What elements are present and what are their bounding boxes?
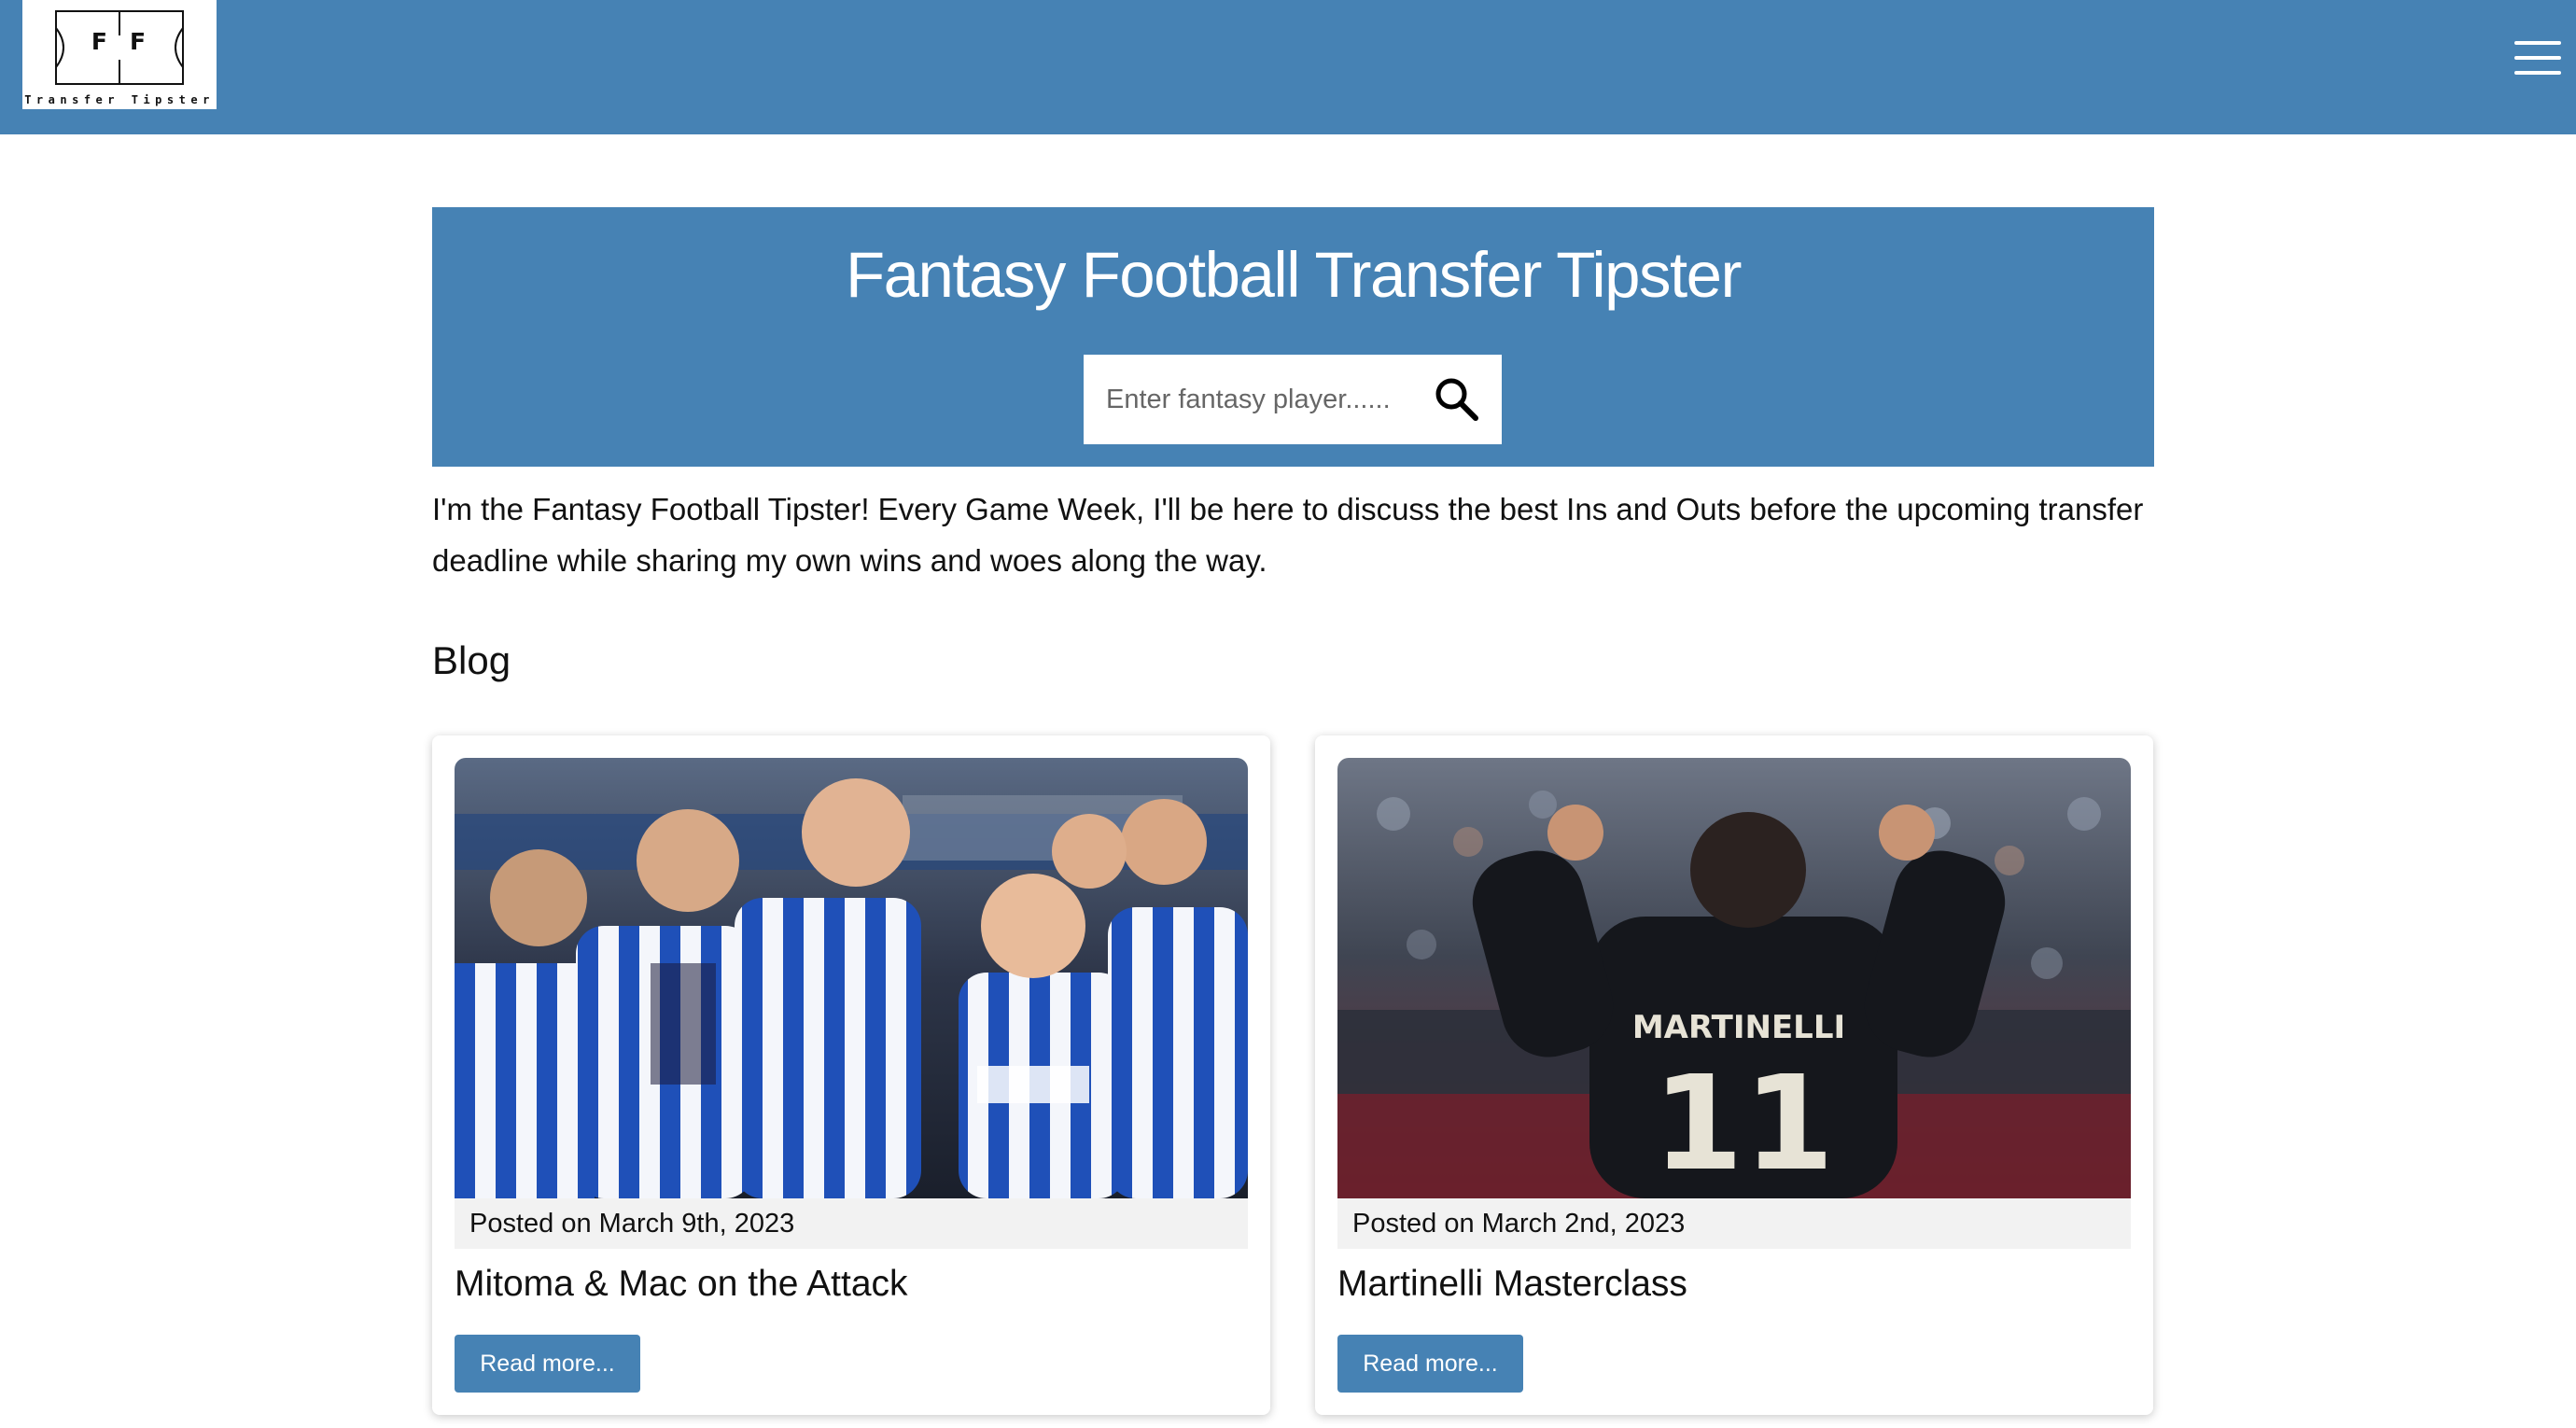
blog-card: MARTINELLI 11 Posted on March 2nd, 2023 … (1315, 735, 2153, 1415)
blog-heading: Blog (432, 638, 511, 682)
read-more-button[interactable]: Read more... (1337, 1335, 1523, 1393)
menu-bar (2514, 41, 2561, 45)
menu-bar (2514, 71, 2561, 75)
site-logo[interactable]: FF Transfer Tipster (22, 0, 217, 109)
post-date: Posted on March 9th, 2023 (455, 1198, 1248, 1249)
svg-text:11: 11 (1653, 1048, 1835, 1198)
intro-text: I'm the Fantasy Football Tipster! Every … (432, 492, 2144, 578)
post-title[interactable]: Mitoma & Mac on the Attack (455, 1264, 908, 1305)
celebration-photo-icon (455, 758, 1248, 1198)
logo-letter-right: F (130, 28, 148, 55)
logo-caption: Transfer Tipster (24, 93, 215, 106)
read-more-button[interactable]: Read more... (455, 1335, 640, 1393)
hamburger-menu-icon[interactable] (2514, 37, 2561, 78)
search-input[interactable] (1084, 355, 1420, 444)
blog-card-image[interactable]: MARTINELLI 11 (1337, 758, 2131, 1198)
search-box (1084, 355, 1502, 444)
menu-bar (2514, 56, 2561, 60)
player-celebration-photo-icon: MARTINELLI 11 (1337, 758, 2131, 1198)
post-date: Posted on March 2nd, 2023 (1337, 1198, 2131, 1249)
logo-letters: FF (22, 28, 217, 55)
blog-card-image[interactable] (455, 758, 1248, 1198)
blog-card: Posted on March 9th, 2023 Mitoma & Mac o… (432, 735, 1270, 1415)
page-title: Fantasy Football Transfer Tipster (845, 239, 1743, 311)
svg-text:MARTINELLI: MARTINELLI (1632, 1009, 1845, 1046)
logo-letter-left: F (91, 28, 109, 55)
search-icon[interactable] (1431, 373, 1483, 426)
top-navbar: FF Transfer Tipster (0, 0, 2576, 134)
hero-banner: Fantasy Football Transfer Tipster (432, 207, 2154, 467)
post-title[interactable]: Martinelli Masterclass (1337, 1264, 1687, 1305)
